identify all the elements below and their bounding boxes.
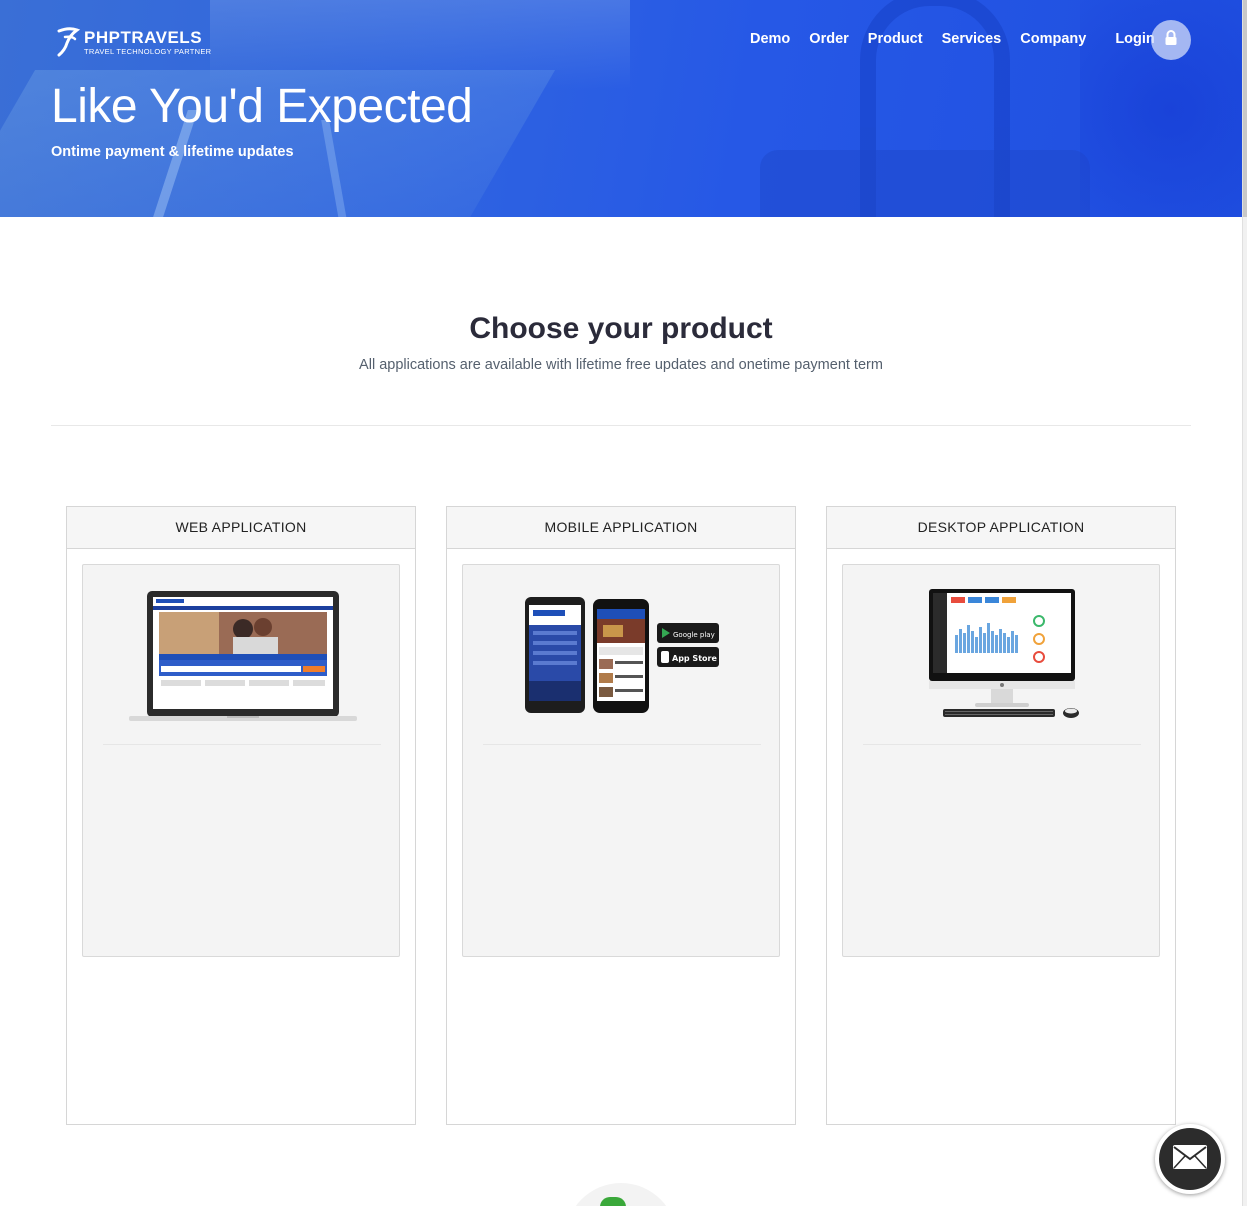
nav-product[interactable]: Product [868,29,923,49]
nav-login[interactable]: Login [1115,29,1154,49]
section-title: Choose your product [469,312,773,345]
laptop-illustration [129,591,357,721]
product-card-mobile[interactable]: MOBILE APPLICATION Google play App Store [446,506,796,1125]
hero-title: Like You'd Expected [51,80,473,133]
scrollbar-thumb[interactable] [1243,0,1247,217]
nav-services[interactable]: Services [942,29,1002,49]
card-separator [483,744,761,745]
card-image-panel-web[interactable] [82,564,400,957]
desktop-illustration [929,589,1079,718]
nav-order[interactable]: Order [809,29,849,49]
card-image-panel-mobile[interactable]: Google play App Store [462,564,780,957]
product-card-desktop[interactable]: DESKTOP APPLICATION [826,506,1176,1125]
google-play-badge: Google play [673,631,715,639]
card-separator [103,744,381,745]
section-divider [51,425,1191,426]
card-separator [863,744,1141,745]
card-title-desktop: DESKTOP APPLICATION [827,507,1175,549]
hero-banner: PHPTRAVELS TRAVEL TECHNOLOGY PARTNER Dem… [0,0,1242,217]
page-scrollbar[interactable] [1242,0,1247,1206]
logo-name: PHPTRAVELS [84,27,203,47]
login-button[interactable] [1151,20,1191,60]
card-title-web: WEB APPLICATION [67,507,415,549]
hero-subtitle: Ontime payment & lifetime updates [51,144,294,160]
mail-icon [1172,1144,1208,1175]
contact-mail-button[interactable] [1155,1124,1225,1194]
card-title-mobile: MOBILE APPLICATION [447,507,795,549]
nav-company[interactable]: Company [1020,29,1086,49]
app-store-badge: App Store [672,654,717,663]
phones-illustration: Google play App Store [525,597,719,713]
nav-demo[interactable]: Demo [750,29,790,49]
section-subtitle: All applications are available with life… [359,357,883,373]
card-image-panel-desktop[interactable] [842,564,1160,957]
logo-icon [55,26,81,58]
leaf-icon [600,1197,626,1206]
logo[interactable]: PHPTRAVELS TRAVEL TECHNOLOGY PARTNER [55,26,211,58]
main-nav: Demo Order Product Services Company Logi… [750,29,1165,49]
logo-tagline: TRAVEL TECHNOLOGY PARTNER [84,46,212,56]
product-card-web[interactable]: WEB APPLICATION [66,506,416,1125]
lock-icon [1164,29,1178,51]
